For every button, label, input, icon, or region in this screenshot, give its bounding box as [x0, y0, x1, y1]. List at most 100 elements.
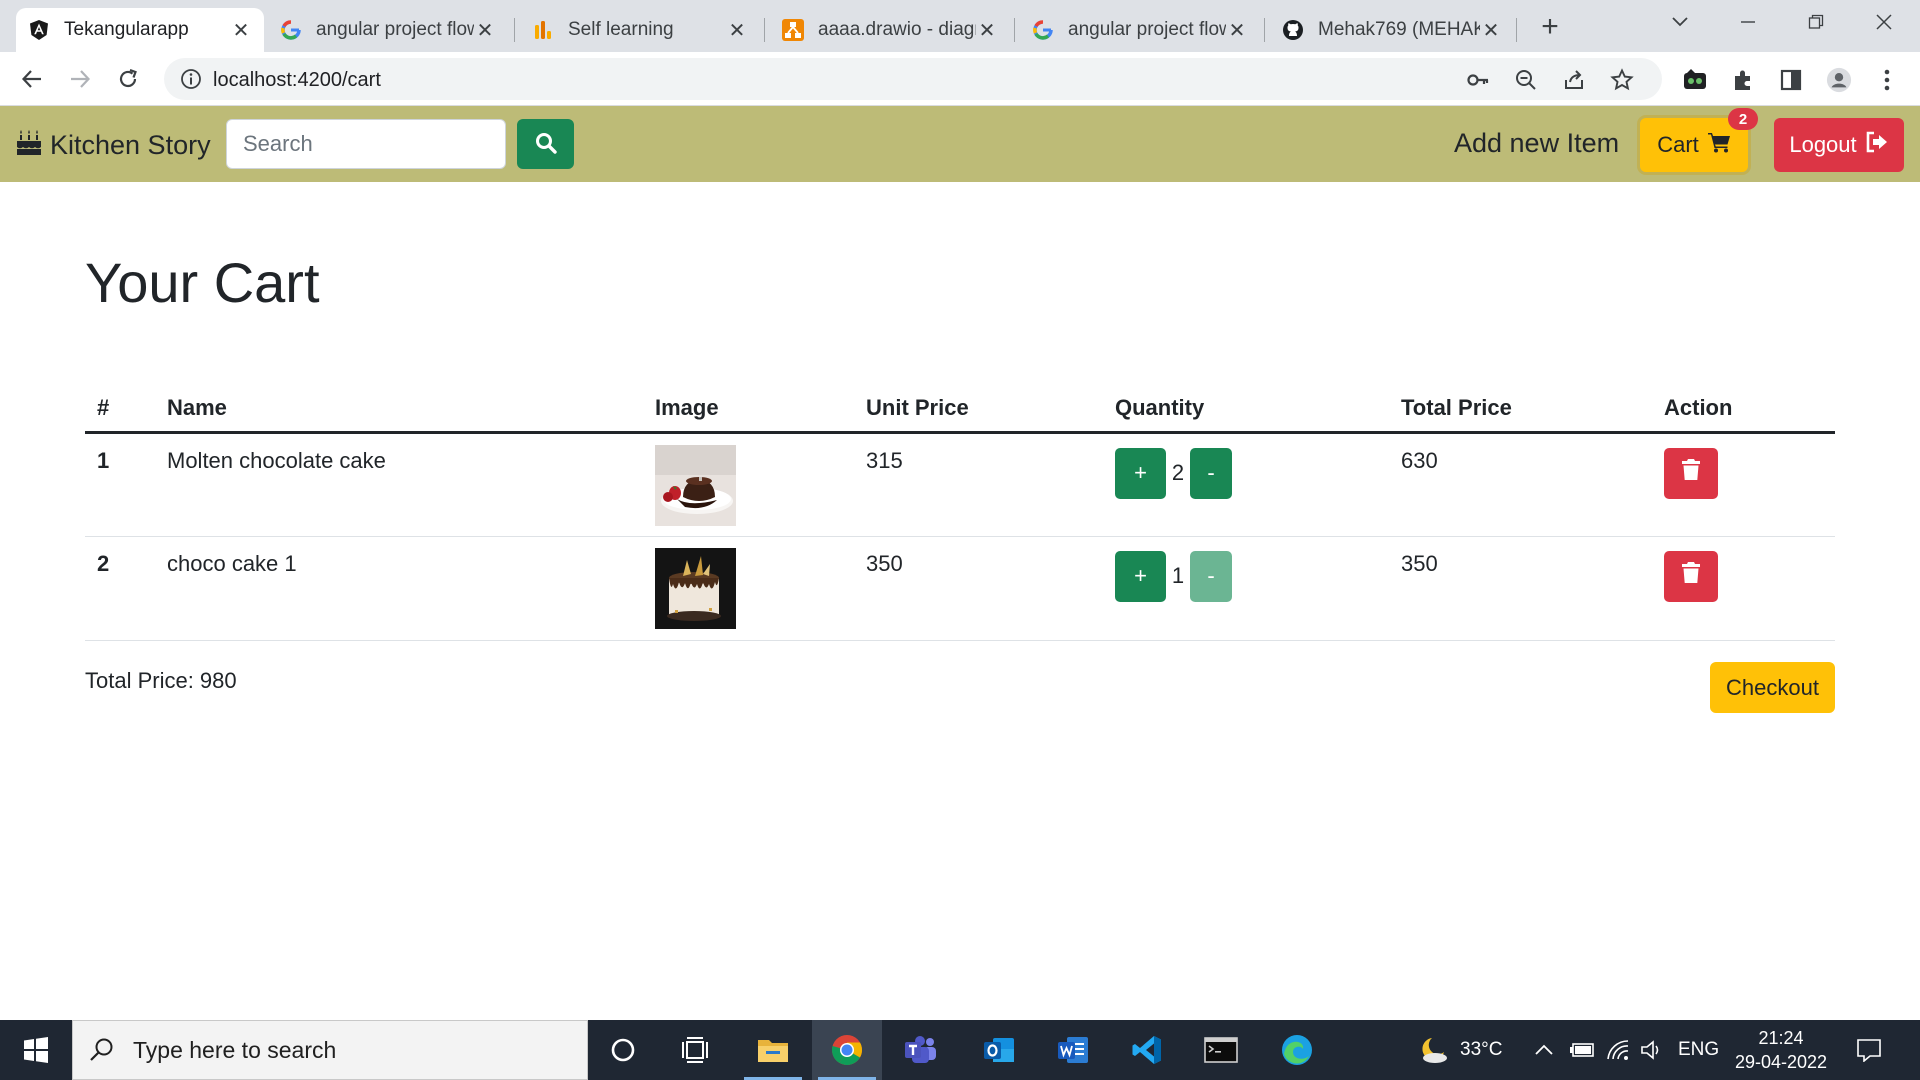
google-icon [1032, 19, 1054, 41]
column-header: Name [155, 386, 643, 434]
battery-icon[interactable] [1570, 1020, 1596, 1080]
delete-item-button[interactable] [1664, 447, 1718, 499]
search-icon [89, 1037, 115, 1063]
windows-start-icon[interactable] [0, 1020, 72, 1080]
search-icon [535, 132, 557, 157]
extension-puzzle-dark-icon[interactable] [1682, 67, 1708, 93]
choco-cake-image [655, 547, 736, 629]
tab-github[interactable]: Mehak769 (MEHAK ✕ [1270, 8, 1514, 52]
wifi-icon[interactable] [1606, 1020, 1630, 1080]
side-panel-icon[interactable] [1778, 67, 1804, 93]
file-explorer-icon[interactable] [738, 1020, 808, 1080]
language-indicator[interactable]: ENG [1678, 1020, 1719, 1080]
tab-search-chevron-icon[interactable] [1652, 0, 1708, 44]
column-header: # [85, 386, 155, 434]
sign-out-icon [1865, 131, 1889, 159]
trash-icon [1682, 562, 1700, 590]
browser-toolbar: localhost:4200/cart [0, 52, 1920, 106]
quantity-value: 1 [1171, 563, 1185, 588]
tab-drawio[interactable]: aaaa.drawio - diagr ✕ [770, 8, 1010, 52]
app-navbar: Kitchen Story Add new Item Cart Logout [0, 106, 1920, 182]
table-row: 1 Molten chocolate cake 315 + 2 - 630 [85, 432, 1835, 537]
trash-icon [1682, 459, 1700, 487]
item-image-cell [643, 536, 854, 641]
restore-icon[interactable] [1788, 0, 1844, 44]
close-tab-icon[interactable]: ✕ [976, 18, 998, 43]
close-window-icon[interactable] [1856, 0, 1912, 44]
table-row: 2 choco cake 1 350 + 1 - 350 [85, 536, 1835, 641]
tab-title: Mehak769 (MEHAK [1318, 19, 1480, 40]
tab-title: angular project flow [316, 19, 474, 40]
increase-quantity-button[interactable]: + [1115, 550, 1166, 602]
notifications-icon[interactable] [1856, 1020, 1882, 1080]
minimize-icon[interactable] [1720, 0, 1776, 44]
quantity-stepper: + 1 - [1115, 550, 1389, 602]
logout-button[interactable]: Logout [1774, 118, 1904, 172]
quantity-cell: + 2 - [1103, 432, 1389, 537]
volume-icon[interactable] [1640, 1020, 1664, 1080]
clock-date: 29-04-2022 [1734, 1052, 1828, 1072]
chrome-icon[interactable] [812, 1020, 882, 1080]
cart-table: # Name Image Unit Price Quantity Total P… [85, 386, 1835, 641]
page-title: Your Cart [85, 251, 320, 314]
tab-tekangularapp[interactable]: Tekangularapp ✕ [16, 8, 264, 52]
tab-angular-project-flow-2[interactable]: angular project flow ✕ [1020, 8, 1260, 52]
add-new-item-link[interactable]: Add new Item [1454, 128, 1619, 159]
vscode-icon[interactable] [1112, 1020, 1182, 1080]
terminal-icon[interactable] [1186, 1020, 1256, 1080]
close-tab-icon[interactable]: ✕ [474, 18, 496, 43]
unit-price: 350 [854, 536, 1103, 641]
profile-avatar-icon[interactable] [1826, 67, 1852, 93]
address-bar[interactable]: localhost:4200/cart [164, 58, 1662, 100]
chrome-menu-icon[interactable] [1874, 67, 1900, 93]
teams-icon[interactable] [886, 1020, 956, 1080]
task-view-icon[interactable] [660, 1020, 730, 1080]
quantity-stepper: + 2 - [1115, 447, 1389, 499]
show-hidden-icons-chevron-icon[interactable] [1534, 1020, 1554, 1080]
decrease-quantity-button[interactable]: - [1190, 447, 1232, 499]
zoom-out-icon[interactable] [1514, 68, 1538, 92]
cart-label: Cart [1657, 132, 1699, 157]
column-header: Total Price [1389, 386, 1652, 434]
molten-cake-image [655, 444, 736, 526]
tab-self-learning[interactable]: Self learning ✕ [520, 8, 760, 52]
outlook-icon[interactable] [964, 1020, 1034, 1080]
checkout-button[interactable]: Checkout [1710, 662, 1835, 713]
tab-angular-project-flow[interactable]: angular project flow ✕ [268, 8, 508, 52]
reload-icon[interactable] [110, 61, 146, 97]
word-icon[interactable] [1038, 1020, 1108, 1080]
extensions-icon[interactable] [1730, 67, 1756, 93]
brand[interactable]: Kitchen Story [16, 128, 211, 163]
tab-title: aaaa.drawio - diagr [818, 19, 976, 40]
forward-icon[interactable] [62, 61, 98, 97]
close-tab-icon[interactable]: ✕ [726, 18, 748, 43]
key-icon[interactable] [1466, 68, 1490, 92]
close-tab-icon[interactable]: ✕ [1226, 18, 1248, 43]
bookmark-star-icon[interactable] [1610, 68, 1634, 92]
row-index: 2 [85, 536, 155, 641]
quantity-cell: + 1 - [1103, 536, 1389, 641]
edge-icon[interactable] [1262, 1020, 1332, 1080]
delete-item-button[interactable] [1664, 550, 1718, 602]
column-header: Unit Price [854, 386, 1103, 434]
search-input[interactable] [226, 119, 506, 169]
row-total-price: 630 [1389, 432, 1652, 537]
taskbar-search-box[interactable]: Type here to search [72, 1020, 588, 1080]
share-icon[interactable] [1562, 68, 1586, 92]
item-name: Molten chocolate cake [155, 432, 643, 537]
clock[interactable]: 21:24 29-04-2022 [1726, 1026, 1836, 1074]
weather-widget[interactable]: 33°C [1418, 1020, 1502, 1080]
action-cell [1652, 536, 1835, 641]
decrease-quantity-button-disabled[interactable]: - [1190, 550, 1232, 602]
search-button[interactable] [517, 119, 574, 169]
close-tab-icon[interactable]: ✕ [1480, 18, 1502, 43]
google-icon [280, 19, 302, 41]
logout-label: Logout [1789, 132, 1857, 157]
back-icon[interactable] [14, 61, 50, 97]
site-info-icon[interactable] [180, 68, 202, 95]
new-tab-icon[interactable]: + [1532, 10, 1568, 46]
increase-quantity-button[interactable]: + [1115, 447, 1166, 499]
cortana-icon[interactable] [588, 1020, 658, 1080]
close-tab-icon[interactable]: ✕ [230, 18, 252, 43]
birthday-cake-icon [16, 128, 42, 163]
